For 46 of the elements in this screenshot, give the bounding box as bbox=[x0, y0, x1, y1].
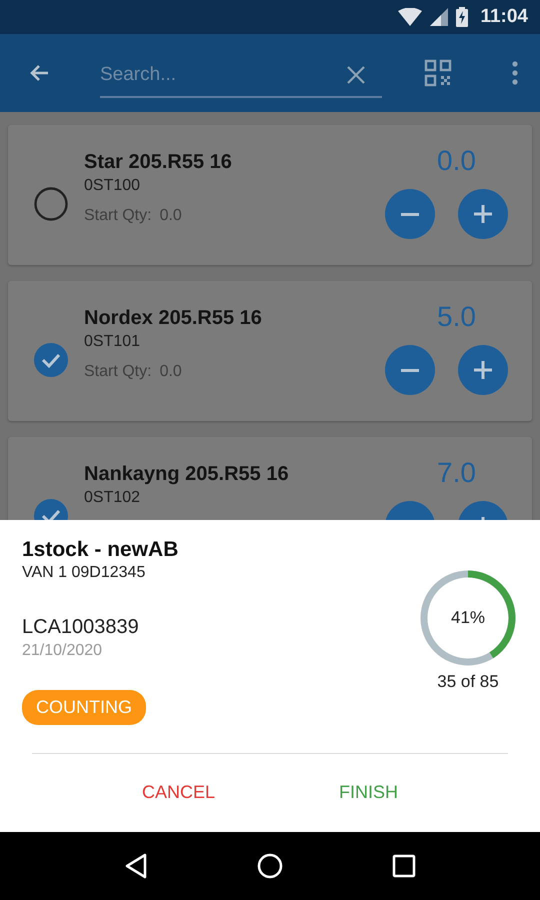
battery-icon bbox=[456, 7, 468, 27]
increment-button[interactable] bbox=[458, 189, 508, 239]
unchecked-icon[interactable] bbox=[34, 187, 68, 221]
status-badge: COUNTING bbox=[22, 690, 146, 725]
start-qty-value: 0.0 bbox=[160, 207, 182, 225]
item-card[interactable]: Nordex 205.R55 16 0ST101 Start Qty: 0.0 5.0 bbox=[8, 281, 532, 421]
item-name: Nordex 205.R55 16 bbox=[84, 307, 263, 330]
recents-icon[interactable] bbox=[392, 854, 416, 878]
decrement-button[interactable] bbox=[385, 345, 435, 395]
reference-number: LCA1003839 bbox=[22, 616, 139, 639]
plus-icon bbox=[474, 361, 492, 379]
sheet-title: 1stock - newAB bbox=[22, 538, 178, 562]
minus-icon bbox=[401, 212, 419, 216]
item-code: 0ST100 bbox=[84, 177, 142, 195]
finish-button[interactable]: FINISH bbox=[328, 774, 408, 811]
more-icon[interactable] bbox=[512, 61, 518, 85]
start-qty-label: Start Qty: bbox=[84, 207, 152, 225]
progress-percent: 41% bbox=[450, 608, 486, 628]
cancel-button[interactable]: CANCEL bbox=[132, 774, 226, 811]
home-icon[interactable] bbox=[256, 853, 283, 879]
minus-icon bbox=[401, 368, 419, 372]
start-qty-value: 0.0 bbox=[160, 363, 182, 381]
status-time: 11:04 bbox=[480, 6, 528, 28]
signal-icon bbox=[430, 8, 448, 26]
qr-code-icon[interactable] bbox=[424, 59, 452, 87]
item-quantity: 7.0 bbox=[437, 457, 476, 489]
item-name: Nankayng 205.R55 16 bbox=[84, 463, 290, 486]
item-code: 0ST101 bbox=[84, 333, 142, 351]
increment-button[interactable] bbox=[458, 345, 508, 395]
item-card[interactable]: Star 205.R55 16 0ST100 Start Qty: 0.0 0.0 bbox=[8, 125, 532, 265]
checked-icon[interactable] bbox=[34, 343, 68, 377]
decrement-button[interactable] bbox=[385, 189, 435, 239]
search-field[interactable]: Search... bbox=[100, 64, 346, 86]
item-card[interactable]: Nankayng 205.R55 16 0ST102 7.0 bbox=[8, 437, 532, 520]
item-name: Star 205.R55 16 bbox=[84, 151, 233, 174]
wifi-icon bbox=[398, 8, 422, 26]
close-icon[interactable] bbox=[346, 65, 366, 85]
item-code: 0ST102 bbox=[84, 489, 142, 507]
start-qty-label: Start Qty: bbox=[84, 363, 152, 381]
item-quantity: 0.0 bbox=[437, 145, 476, 177]
item-quantity: 5.0 bbox=[437, 301, 476, 333]
plus-icon bbox=[474, 205, 492, 223]
back-icon[interactable] bbox=[124, 853, 148, 879]
sheet-subtitle: VAN 1 09D12345 bbox=[22, 564, 146, 582]
progress-count: 35 of 85 bbox=[437, 672, 499, 692]
date-text: 21/10/2020 bbox=[22, 642, 102, 660]
